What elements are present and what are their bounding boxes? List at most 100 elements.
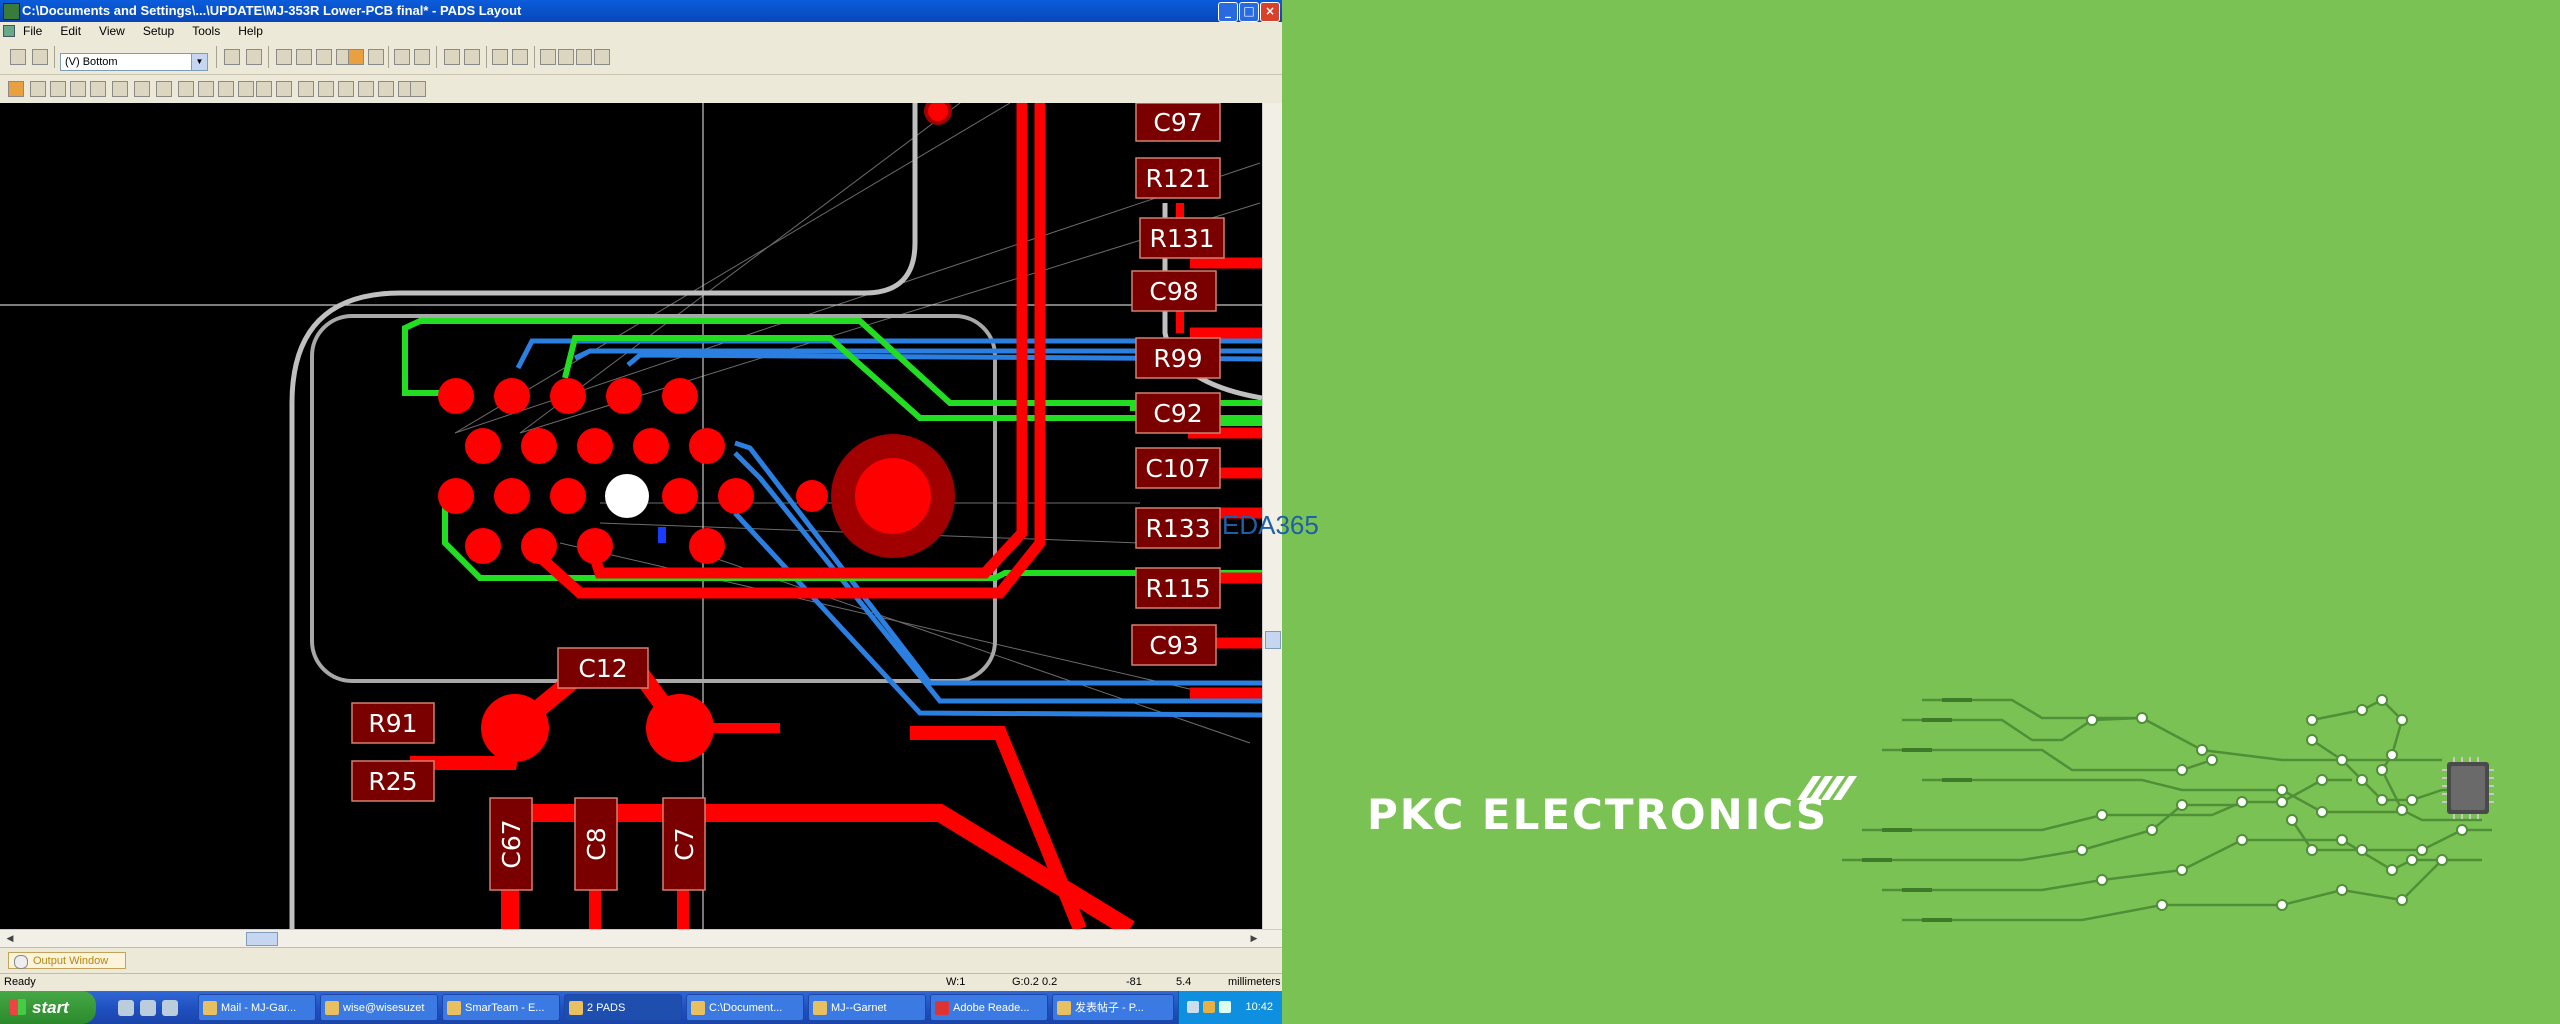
component-r99[interactable]: R99 bbox=[1135, 337, 1221, 379]
via-icon[interactable] bbox=[338, 81, 354, 97]
app-icon bbox=[325, 1001, 339, 1015]
layer-setup-icon[interactable] bbox=[224, 49, 240, 65]
auto-route-icon[interactable] bbox=[90, 81, 106, 97]
find-icon[interactable] bbox=[512, 49, 528, 65]
pcb-canvas[interactable]: C97 R121 R131 C98 R99 C92 C107 R133 R115 C93 C12 R9… bbox=[0, 103, 1262, 929]
menu-help[interactable]: Help bbox=[229, 22, 272, 40]
app-icon[interactable] bbox=[3, 3, 20, 20]
pads-icon bbox=[569, 1001, 583, 1015]
glue-icon[interactable] bbox=[256, 81, 272, 97]
window-icon[interactable] bbox=[576, 49, 592, 65]
stretch-icon[interactable] bbox=[198, 81, 214, 97]
split-icon[interactable] bbox=[156, 81, 172, 97]
select-icon[interactable] bbox=[8, 81, 24, 97]
status-units: millimeters bbox=[1228, 976, 1281, 988]
route-icon[interactable] bbox=[276, 49, 292, 65]
refresh-icon[interactable] bbox=[246, 49, 262, 65]
save-icon[interactable] bbox=[32, 49, 48, 65]
component-r91[interactable]: R91 bbox=[351, 702, 435, 744]
display-icon[interactable] bbox=[492, 49, 508, 65]
pan-icon[interactable] bbox=[464, 49, 480, 65]
component-r131[interactable]: R131 bbox=[1139, 217, 1225, 259]
chevron-down-icon[interactable]: ▼ bbox=[191, 54, 207, 70]
menu-file[interactable]: File bbox=[14, 22, 51, 40]
horizontal-scrollbar[interactable]: ◀ ▶ bbox=[0, 929, 1282, 948]
task-mail[interactable]: Mail - MJ-Gar... bbox=[198, 994, 316, 1021]
component-label: C12 bbox=[578, 654, 627, 683]
component-c8[interactable]: C8 bbox=[574, 797, 618, 891]
tool-icon[interactable] bbox=[368, 49, 384, 65]
layer-select[interactable]: (V) Bottom ▼ bbox=[60, 53, 208, 71]
task-adobe-reader[interactable]: Adobe Reade... bbox=[930, 994, 1048, 1021]
redo-icon[interactable] bbox=[414, 49, 430, 65]
task-post[interactable]: 发表帖子 - P... bbox=[1052, 994, 1174, 1021]
quicklaunch-icon[interactable] bbox=[162, 1000, 178, 1016]
vertical-scroll-thumb[interactable] bbox=[1265, 631, 1281, 649]
flood-icon[interactable] bbox=[358, 81, 374, 97]
component-c12[interactable]: C12 bbox=[557, 647, 649, 689]
menu-view[interactable]: View bbox=[90, 22, 134, 40]
horizontal-scroll-thumb[interactable] bbox=[246, 932, 278, 946]
tune-icon[interactable] bbox=[318, 81, 334, 97]
close-button[interactable]: × bbox=[1260, 2, 1280, 22]
dimension-icon[interactable] bbox=[378, 81, 394, 97]
task-smarteam[interactable]: SmarTeam - E... bbox=[442, 994, 560, 1021]
tray-icon[interactable] bbox=[1203, 1001, 1215, 1013]
quicklaunch-icon[interactable] bbox=[140, 1000, 156, 1016]
swap-icon[interactable] bbox=[276, 81, 292, 97]
status-width: W:1 bbox=[946, 976, 966, 988]
menu-tools[interactable]: Tools bbox=[183, 22, 229, 40]
add-route-icon[interactable] bbox=[30, 81, 46, 97]
tray-icon[interactable] bbox=[1187, 1001, 1199, 1013]
move-icon[interactable] bbox=[178, 81, 194, 97]
task-pads[interactable]: 2 PADS bbox=[564, 994, 682, 1021]
start-button[interactable]: start bbox=[0, 991, 96, 1024]
menu-edit[interactable]: Edit bbox=[51, 22, 90, 40]
component-c107[interactable]: C107 bbox=[1135, 447, 1221, 489]
component-c98[interactable]: C98 bbox=[1131, 270, 1217, 312]
output-window-tab[interactable]: Output Window bbox=[8, 952, 126, 969]
start-label: start bbox=[32, 998, 69, 1017]
delete-icon[interactable] bbox=[218, 81, 234, 97]
test-point-icon[interactable] bbox=[134, 81, 150, 97]
dynamic-route-icon[interactable] bbox=[50, 81, 66, 97]
component-c67[interactable]: C67 bbox=[489, 797, 533, 891]
undo-icon[interactable] bbox=[394, 49, 410, 65]
quicklaunch-icon[interactable] bbox=[118, 1000, 134, 1016]
task-label: C:\Document... bbox=[709, 1002, 783, 1014]
minimize-button[interactable]: _ bbox=[1218, 2, 1238, 22]
component-r133[interactable]: R133 bbox=[1135, 507, 1221, 549]
component-c92[interactable]: C92 bbox=[1135, 392, 1221, 434]
highlight-icon[interactable] bbox=[348, 49, 364, 65]
layout-icon[interactable] bbox=[594, 49, 610, 65]
bus-route-icon[interactable] bbox=[112, 81, 128, 97]
menu-setup[interactable]: Setup bbox=[134, 22, 183, 40]
open-icon[interactable] bbox=[10, 49, 26, 65]
component-c93[interactable]: C93 bbox=[1131, 624, 1217, 666]
zoom-icon[interactable] bbox=[444, 49, 460, 65]
report-icon[interactable] bbox=[540, 49, 556, 65]
pour-icon[interactable] bbox=[296, 49, 312, 65]
drc-icon[interactable] bbox=[316, 49, 332, 65]
length-icon[interactable] bbox=[298, 81, 314, 97]
status-y: 5.4 bbox=[1176, 976, 1192, 988]
maximize-button[interactable]: □ bbox=[1239, 2, 1259, 22]
pcb-drawing[interactable]: C97 R121 R131 C98 R99 C92 C107 R133 R115 C93 C12 R9… bbox=[0, 103, 1262, 929]
task-wise[interactable]: wise@wisesuzet bbox=[320, 994, 438, 1021]
component-r115[interactable]: R115 bbox=[1135, 567, 1221, 609]
scroll-right-icon[interactable]: ▶ bbox=[1246, 931, 1262, 947]
component-r121[interactable]: R121 bbox=[1135, 157, 1221, 199]
task-documents[interactable]: C:\Document... bbox=[686, 994, 804, 1021]
scroll-left-icon[interactable]: ◀ bbox=[2, 931, 18, 947]
task-mj-garnet[interactable]: MJ--Garnet bbox=[808, 994, 926, 1021]
component-c7[interactable]: C7 bbox=[662, 797, 706, 891]
sketch-route-icon[interactable] bbox=[70, 81, 86, 97]
component-r25[interactable]: R25 bbox=[351, 760, 435, 802]
windows-flag-icon bbox=[10, 999, 26, 1015]
task-label: SmarTeam - E... bbox=[465, 1002, 545, 1014]
miter-icon[interactable] bbox=[238, 81, 254, 97]
component-c97[interactable]: C97 bbox=[1135, 103, 1221, 142]
properties-icon[interactable] bbox=[410, 81, 426, 97]
tray-icon[interactable] bbox=[1219, 1001, 1231, 1013]
view-icon[interactable] bbox=[558, 49, 574, 65]
